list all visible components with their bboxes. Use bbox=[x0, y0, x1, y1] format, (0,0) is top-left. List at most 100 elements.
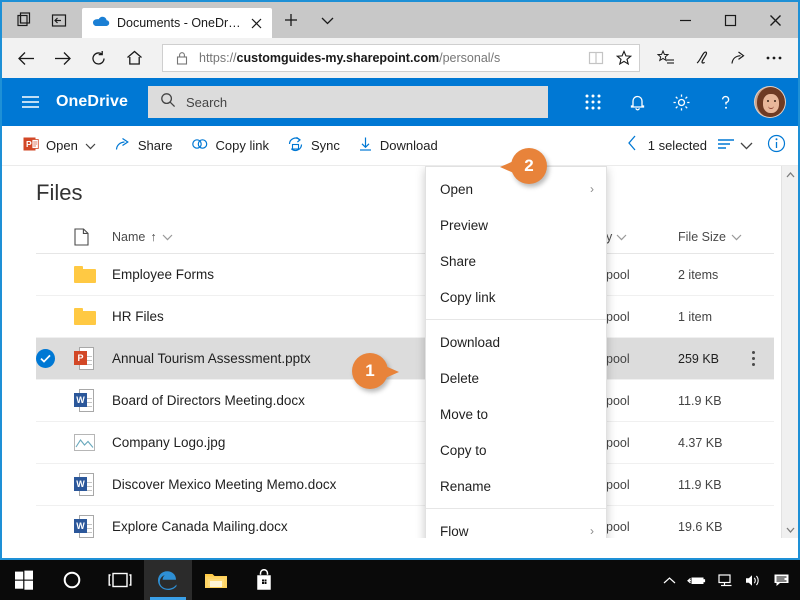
chevron-down-icon[interactable] bbox=[731, 230, 742, 244]
row-more-options-icon[interactable] bbox=[744, 348, 762, 370]
file-type-icon[interactable] bbox=[74, 227, 112, 246]
scroll-down-arrow-icon[interactable] bbox=[782, 521, 798, 538]
action-center-icon[interactable] bbox=[768, 560, 794, 600]
row-file-size: 11.9 KB bbox=[678, 393, 722, 408]
download-icon bbox=[358, 136, 373, 155]
menu-item-flow[interactable]: Flow › bbox=[426, 513, 606, 539]
menu-item-flow-label: Flow bbox=[440, 523, 469, 539]
web-notes-icon[interactable] bbox=[684, 41, 720, 75]
hub-favorites-icon[interactable] bbox=[648, 41, 684, 75]
powerpoint-icon: P bbox=[23, 136, 39, 155]
column-header-modified-by[interactable]: y bbox=[606, 230, 678, 244]
help-question-icon[interactable] bbox=[704, 78, 746, 126]
menu-item-preview[interactable]: Preview bbox=[426, 207, 606, 243]
row-file-size: 4.37 KB bbox=[678, 435, 723, 450]
menu-item-preview-label: Preview bbox=[440, 217, 489, 233]
new-tab-icon[interactable] bbox=[278, 5, 304, 35]
command-share-label: Share bbox=[137, 138, 173, 153]
close-tab-icon[interactable] bbox=[248, 15, 264, 31]
file-explorer-button[interactable] bbox=[192, 560, 240, 600]
url-path: /personal/s bbox=[439, 51, 501, 65]
row-modified-by: pool bbox=[606, 393, 630, 408]
chevron-left-icon[interactable] bbox=[627, 135, 638, 156]
vertical-scrollbar[interactable] bbox=[781, 166, 798, 538]
onedrive-brand[interactable]: OneDrive bbox=[52, 93, 140, 111]
home-icon[interactable] bbox=[116, 41, 152, 75]
restore-tabs-icon[interactable] bbox=[8, 2, 42, 38]
table-row[interactable]: W Discover Mexico Meeting Memo.docx pool… bbox=[36, 464, 774, 506]
command-download[interactable]: Download bbox=[349, 126, 447, 166]
table-row[interactable]: HR Files pool 1 item bbox=[36, 296, 774, 338]
command-open[interactable]: P Open bbox=[14, 126, 105, 166]
hamburger-menu-icon[interactable] bbox=[8, 78, 52, 126]
command-copy-link[interactable]: Copy link bbox=[182, 126, 278, 166]
menu-item-move-to-label: Move to bbox=[440, 406, 489, 422]
command-sync[interactable]: Sync bbox=[278, 126, 349, 166]
back-icon[interactable] bbox=[8, 41, 44, 75]
edge-button[interactable] bbox=[144, 560, 192, 600]
speaker-icon[interactable] bbox=[740, 560, 766, 600]
browser-tab[interactable]: Documents - OneDrive bbox=[82, 8, 272, 38]
user-avatar[interactable] bbox=[754, 86, 786, 118]
chevron-up-icon[interactable] bbox=[656, 560, 682, 600]
menu-item-rename[interactable]: Rename bbox=[426, 468, 606, 504]
more-settings-icon[interactable] bbox=[756, 41, 792, 75]
chevron-down-icon[interactable] bbox=[616, 230, 627, 244]
svg-text:P: P bbox=[26, 139, 32, 149]
menu-item-download[interactable]: Download bbox=[426, 324, 606, 360]
lock-icon bbox=[171, 47, 193, 69]
view-options-icon[interactable] bbox=[717, 137, 736, 155]
chevron-down-icon[interactable] bbox=[740, 137, 753, 155]
app-launcher-waffle-icon[interactable] bbox=[572, 78, 614, 126]
menu-item-open-label: Open bbox=[440, 181, 474, 197]
table-row[interactable]: W Explore Canada Mailing.docx pool 19.6 … bbox=[36, 506, 774, 538]
notifications-bell-icon[interactable] bbox=[616, 78, 658, 126]
settings-gear-icon[interactable] bbox=[660, 78, 702, 126]
store-button[interactable] bbox=[240, 560, 288, 600]
cortana-button[interactable] bbox=[48, 560, 96, 600]
row-modified-by: pool bbox=[606, 435, 630, 450]
set-tabs-aside-icon[interactable] bbox=[42, 2, 76, 38]
command-sync-label: Sync bbox=[310, 138, 340, 153]
menu-item-share[interactable]: Share bbox=[426, 243, 606, 279]
tab-dropdown-icon[interactable] bbox=[314, 5, 340, 35]
network-icon[interactable] bbox=[712, 560, 738, 600]
reading-view-icon[interactable] bbox=[585, 47, 607, 69]
menu-item-move-to[interactable]: Move to bbox=[426, 396, 606, 432]
menu-item-copy-link[interactable]: Copy link bbox=[426, 279, 606, 315]
checkmark-icon bbox=[36, 349, 55, 368]
address-bar[interactable]: https://customguides-my.sharepoint.com/p… bbox=[162, 44, 640, 72]
onedrive-cloud-icon bbox=[92, 14, 110, 32]
favorite-star-icon[interactable] bbox=[613, 47, 635, 69]
refresh-icon[interactable] bbox=[80, 41, 116, 75]
navigation-bar: https://customguides-my.sharepoint.com/p… bbox=[2, 38, 798, 78]
search-input[interactable]: Search bbox=[147, 86, 548, 118]
system-tray bbox=[656, 560, 800, 600]
battery-icon[interactable] bbox=[684, 560, 710, 600]
maximize-icon[interactable] bbox=[708, 2, 753, 38]
information-icon[interactable] bbox=[757, 134, 786, 158]
command-share[interactable]: Share bbox=[105, 126, 182, 166]
minimize-icon[interactable] bbox=[663, 2, 708, 38]
chevron-down-icon[interactable] bbox=[162, 230, 173, 244]
table-row[interactable]: W Board of Directors Meeting.docx pool 1… bbox=[36, 380, 774, 422]
table-row[interactable]: Company Logo.jpg pool 4.37 KB bbox=[36, 422, 774, 464]
row-modified-by: pool bbox=[606, 309, 630, 324]
callout-number-2: 2 bbox=[511, 148, 547, 184]
start-button[interactable] bbox=[0, 560, 48, 600]
navbar-right-icons bbox=[648, 41, 792, 75]
column-header-file-size[interactable]: File Size bbox=[678, 230, 774, 244]
share-icon[interactable] bbox=[720, 41, 756, 75]
chevron-down-icon[interactable] bbox=[85, 138, 96, 153]
menu-item-copy-to[interactable]: Copy to bbox=[426, 432, 606, 468]
table-row-selected[interactable]: P Annual Tourism Assessment.pptx pool 25… bbox=[36, 338, 774, 380]
menu-item-delete[interactable]: Delete bbox=[426, 360, 606, 396]
menu-item-copy-to-label: Copy to bbox=[440, 442, 487, 458]
address-bar-url: https://customguides-my.sharepoint.com/p… bbox=[199, 51, 579, 65]
task-view-button[interactable] bbox=[96, 560, 144, 600]
forward-icon[interactable] bbox=[44, 41, 80, 75]
table-row[interactable]: Employee Forms pool 2 items bbox=[36, 254, 774, 296]
scroll-up-arrow-icon[interactable] bbox=[782, 166, 798, 183]
row-checkbox-checked[interactable] bbox=[36, 349, 74, 368]
close-window-icon[interactable] bbox=[753, 2, 798, 38]
